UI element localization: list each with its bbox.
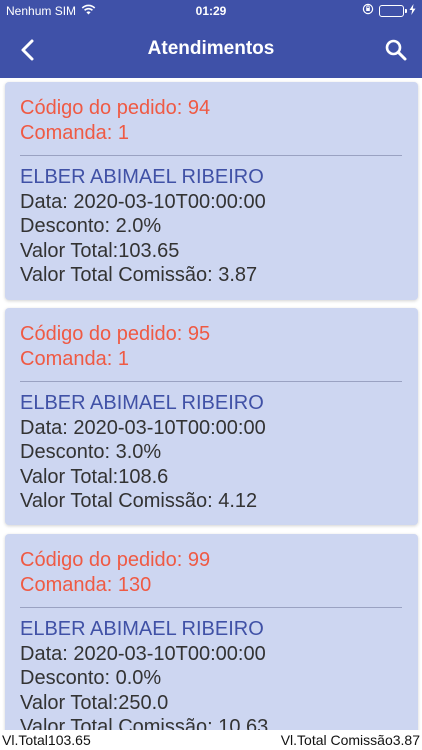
order-discount: Desconto: 0.0% bbox=[20, 667, 162, 689]
page-title: Atendimentos bbox=[147, 38, 275, 59]
order-card[interactable]: Código do pedido: 95 Comanda: 1 ELBER AB… bbox=[5, 308, 418, 525]
status-right bbox=[362, 3, 416, 18]
order-comanda: Comanda: 1 bbox=[20, 121, 129, 144]
order-discount: Desconto: 2.0% bbox=[20, 215, 162, 237]
order-discount: Desconto: 3.0% bbox=[20, 441, 162, 463]
card-divider bbox=[20, 155, 402, 156]
order-commission: Valor Total Comissão: 10.63 bbox=[20, 716, 269, 730]
order-date: Data: 2020-03-10T00:00:00 bbox=[20, 416, 266, 439]
order-commission: Valor Total Comissão: 3.87 bbox=[20, 264, 258, 286]
search-icon bbox=[385, 39, 407, 61]
orders-list[interactable]: Código do pedido: 94 Comanda: 1 ELBER AB… bbox=[0, 78, 422, 730]
search-button[interactable] bbox=[382, 36, 410, 64]
app-screen: Nenhum SIM 01:29 Atendimentos Código do … bbox=[0, 0, 422, 750]
order-comanda: Comanda: 1 bbox=[20, 347, 129, 370]
card-divider bbox=[20, 607, 402, 608]
footer-total: Vl.Total103.65 bbox=[2, 732, 91, 748]
order-total: Valor Total:250.0 bbox=[20, 691, 169, 714]
footer-commission: Vl.Total Comissão3.87 bbox=[280, 732, 420, 748]
order-code: Código do pedido: 94 bbox=[20, 97, 211, 119]
app-bar: Atendimentos bbox=[0, 22, 422, 78]
order-date: Data: 2020-03-10T00:00:00 bbox=[20, 190, 266, 213]
order-commission: Valor Total Comissão: 4.12 bbox=[20, 490, 258, 512]
battery-icon bbox=[379, 4, 407, 17]
order-card[interactable]: Código do pedido: 99 Comanda: 130 ELBER … bbox=[5, 534, 418, 730]
orientation-lock-icon bbox=[362, 3, 374, 18]
client-name: ELBER ABIMAEL RIBEIRO bbox=[20, 392, 264, 414]
client-name: ELBER ABIMAEL RIBEIRO bbox=[20, 166, 264, 188]
order-code: Código do pedido: 99 bbox=[20, 549, 211, 571]
order-date: Data: 2020-03-10T00:00:00 bbox=[20, 642, 266, 665]
order-total: Valor Total:103.65 bbox=[20, 239, 180, 262]
order-comanda: Comanda: 130 bbox=[20, 573, 152, 596]
order-code: Código do pedido: 95 bbox=[20, 323, 211, 345]
card-divider bbox=[20, 381, 402, 382]
order-total: Valor Total:108.6 bbox=[20, 465, 169, 488]
totals-footer: Vl.Total103.65 Vl.Total Comissão3.87 bbox=[0, 730, 422, 750]
status-bar: Nenhum SIM 01:29 bbox=[0, 0, 422, 22]
client-name: ELBER ABIMAEL RIBEIRO bbox=[20, 618, 264, 640]
order-card[interactable]: Código do pedido: 94 Comanda: 1 ELBER AB… bbox=[5, 82, 418, 300]
status-time: 01:29 bbox=[195, 4, 227, 18]
charging-bolt-icon bbox=[409, 3, 416, 18]
